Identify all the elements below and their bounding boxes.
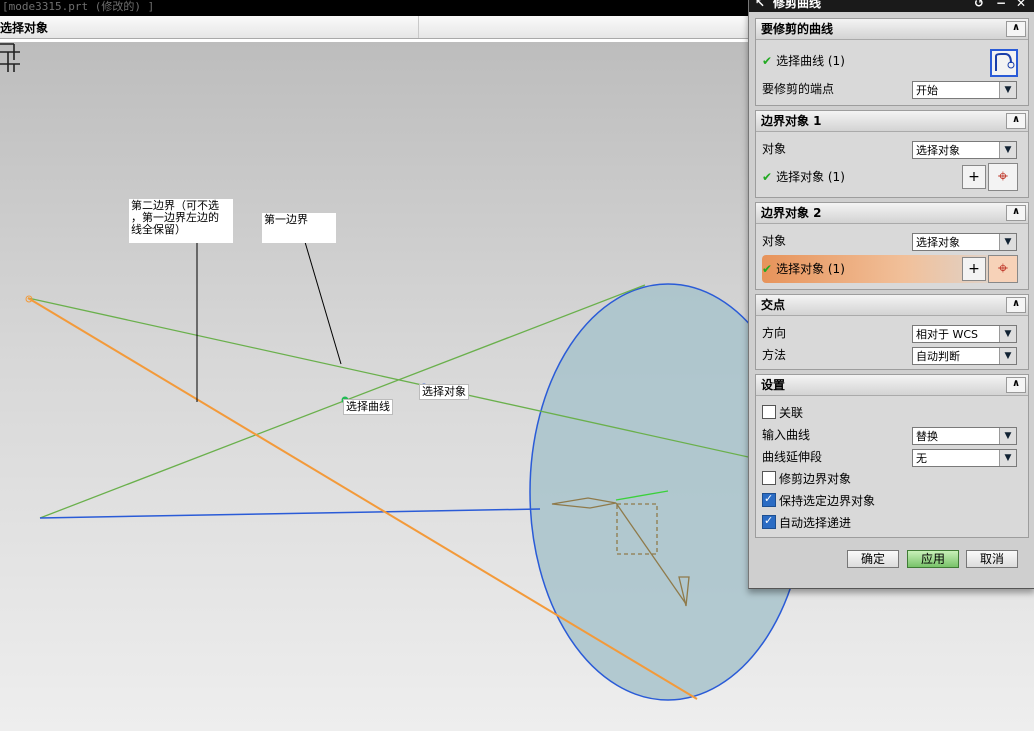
chevron-down-icon[interactable]: ▼ [999,450,1016,466]
method-label: 方法 [762,348,787,362]
trim-boundary-checkbox[interactable]: 修剪边界对象 [762,469,851,489]
endpoint-value: 开始 [916,84,938,97]
method-value: 自动判断 [916,350,960,363]
input-curve-value: 替换 [916,430,938,443]
direction-value: 相对于 WCS [916,328,979,341]
group-title-boundary-2: 边界对象 2 [761,206,822,220]
boundary1-select-row[interactable]: ✔ 选择对象 (1) [762,167,845,187]
checkbox-associative[interactable] [762,405,776,419]
input-curve-select[interactable]: 替换 ▼ [912,427,1017,445]
boundary2-object-label: 对象 [762,234,787,248]
group-header-intersection[interactable]: 交点 ∧ [756,295,1028,316]
boundary2-select-row[interactable]: ✔ 选择对象 (1) [762,259,845,279]
checkbox-auto-advance[interactable] [762,511,776,531]
tag-select-object: 选择对象 [419,384,469,400]
group-settings: 设置 ∧ 关联 输入曲线 替换▼ 曲线延伸段 无▼ 修剪边界对象 保持选定边界对… [755,374,1029,538]
tag-select-curve: 选择曲线 [343,399,393,415]
chevron-down-icon[interactable]: ▼ [999,234,1016,250]
collapse-icon[interactable]: ∧ [1006,297,1026,313]
close-icon[interactable]: ✕ [1013,0,1029,12]
point-crosshair-icon[interactable]: ⌖ [988,163,1018,191]
boundary2-object-select[interactable]: 选择对象 ▼ [912,233,1017,251]
boundary1-object-value: 选择对象 [916,144,960,157]
endpoint-label: 要修剪的端点 [762,82,835,96]
select-curve-label: 选择曲线 (1) [776,54,845,68]
view-triad-icon [0,43,20,72]
group-intersection: 交点 ∧ 方向 相对于 WCS ▼ 方法 自动判断 ▼ [755,294,1029,370]
collapse-icon[interactable]: ∧ [1006,205,1026,221]
group-title-boundary-1: 边界对象 1 [761,114,822,128]
boundary1-select-label: 选择对象 (1) [776,170,845,184]
endpoint-select[interactable]: 开始 ▼ [912,81,1017,99]
keep-boundary-checkbox[interactable]: 保持选定边界对象 [762,489,876,511]
leader-first-boundary [304,241,342,365]
method-select[interactable]: 自动判断 ▼ [912,347,1017,365]
group-title-intersection: 交点 [761,298,786,312]
cue-text: 选择对象 [0,21,49,35]
boundary1-object-select[interactable]: 选择对象 ▼ [912,141,1017,159]
boundary2-object-value: 选择对象 [916,236,960,249]
associative-label: 关联 [779,406,804,420]
collapse-icon[interactable]: ∧ [1006,21,1026,37]
collapse-icon[interactable]: ∧ [1006,377,1026,393]
select-curve-row[interactable]: ✔ 选择曲线 (1) [762,51,845,71]
boundary2-select-label: 选择对象 (1) [776,262,845,276]
dialog-title: 修剪曲线 [773,0,822,10]
group-curve-to-trim: 要修剪的曲线 ∧ ✔ 选择曲线 (1) 要修剪的端点 开始 ▼ [755,18,1029,106]
group-header-settings[interactable]: 设置 ∧ [756,375,1028,396]
cancel-button[interactable]: 取消 [966,550,1018,568]
direction-label: 方向 [762,326,787,340]
ok-button[interactable]: 确定 [847,550,899,568]
cue-line: 选择对象 [0,16,748,39]
minimize-icon[interactable]: − [993,0,1009,12]
group-header-boundary-1[interactable]: 边界对象 1 ∧ [756,111,1028,132]
extension-label: 曲线延伸段 [762,450,823,464]
chevron-down-icon[interactable]: ▼ [999,348,1016,364]
extension-value: 无 [916,452,927,465]
window-title: [mode3315.prt (修改的) ] [2,0,155,13]
direction-select[interactable]: 相对于 WCS ▼ [912,325,1017,343]
auto-advance-label: 自动选择递进 [779,516,852,530]
back-arrow-icon[interactable]: ↖ [755,0,765,9]
group-title-curve: 要修剪的曲线 [761,22,834,36]
associative-checkbox[interactable]: 关联 [762,403,803,423]
annotation-second-boundary: 第二边界（可不选 ，第一边界左边的 线全保留） [129,199,233,243]
extension-select[interactable]: 无 ▼ [912,449,1017,467]
dialog-title-bar: ↖ 修剪曲线 ↺ − ✕ [749,0,1034,12]
check-icon: ✔ [762,262,773,276]
apply-button[interactable]: 应用 [907,550,959,568]
check-icon: ✔ [762,54,773,68]
chevron-down-icon[interactable]: ▼ [999,326,1016,342]
boundary1-object-label: 对象 [762,142,787,156]
base-line [39,508,541,519]
chevron-down-icon[interactable]: ▼ [999,82,1016,98]
group-boundary-2: 边界对象 2 ∧ 对象 选择对象 ▼ ✔ 选择对象 (1) + ⌖ [755,202,1029,290]
checkbox-keep-boundary[interactable] [762,489,776,509]
group-title-settings: 设置 [761,378,786,392]
checkbox-trim-boundary[interactable] [762,471,776,485]
add-point-icon[interactable]: + [962,165,986,189]
trim-boundary-label: 修剪边界对象 [779,472,852,486]
point-crosshair-icon[interactable]: ⌖ [988,255,1018,283]
group-boundary-1: 边界对象 1 ∧ 对象 选择对象 ▼ ✔ 选择对象 (1) + ⌖ [755,110,1029,198]
chevron-down-icon[interactable]: ▼ [999,142,1016,158]
keep-boundary-label: 保持选定边界对象 [779,494,876,508]
curve-selection-icon[interactable] [990,49,1018,77]
check-icon: ✔ [762,170,773,184]
cue-separator [418,16,419,38]
add-point-icon[interactable]: + [962,257,986,281]
annotation-first-boundary: 第一边界 [262,213,336,243]
trim-curve-dialog: ↖ 修剪曲线 ↺ − ✕ 要修剪的曲线 ∧ ✔ 选择曲线 (1) 要修剪的端点 开… [748,0,1034,589]
group-header-boundary-2[interactable]: 边界对象 2 ∧ [756,203,1028,224]
collapse-icon[interactable]: ∧ [1006,113,1026,129]
group-header-curve[interactable]: 要修剪的曲线 ∧ [756,19,1028,40]
reset-icon[interactable]: ↺ [971,0,987,12]
window-title-bar: [mode3315.prt (修改的) ] [0,0,748,16]
auto-advance-checkbox[interactable]: 自动选择递进 [762,511,852,533]
input-curve-label: 输入曲线 [762,428,811,442]
chevron-down-icon[interactable]: ▼ [999,428,1016,444]
